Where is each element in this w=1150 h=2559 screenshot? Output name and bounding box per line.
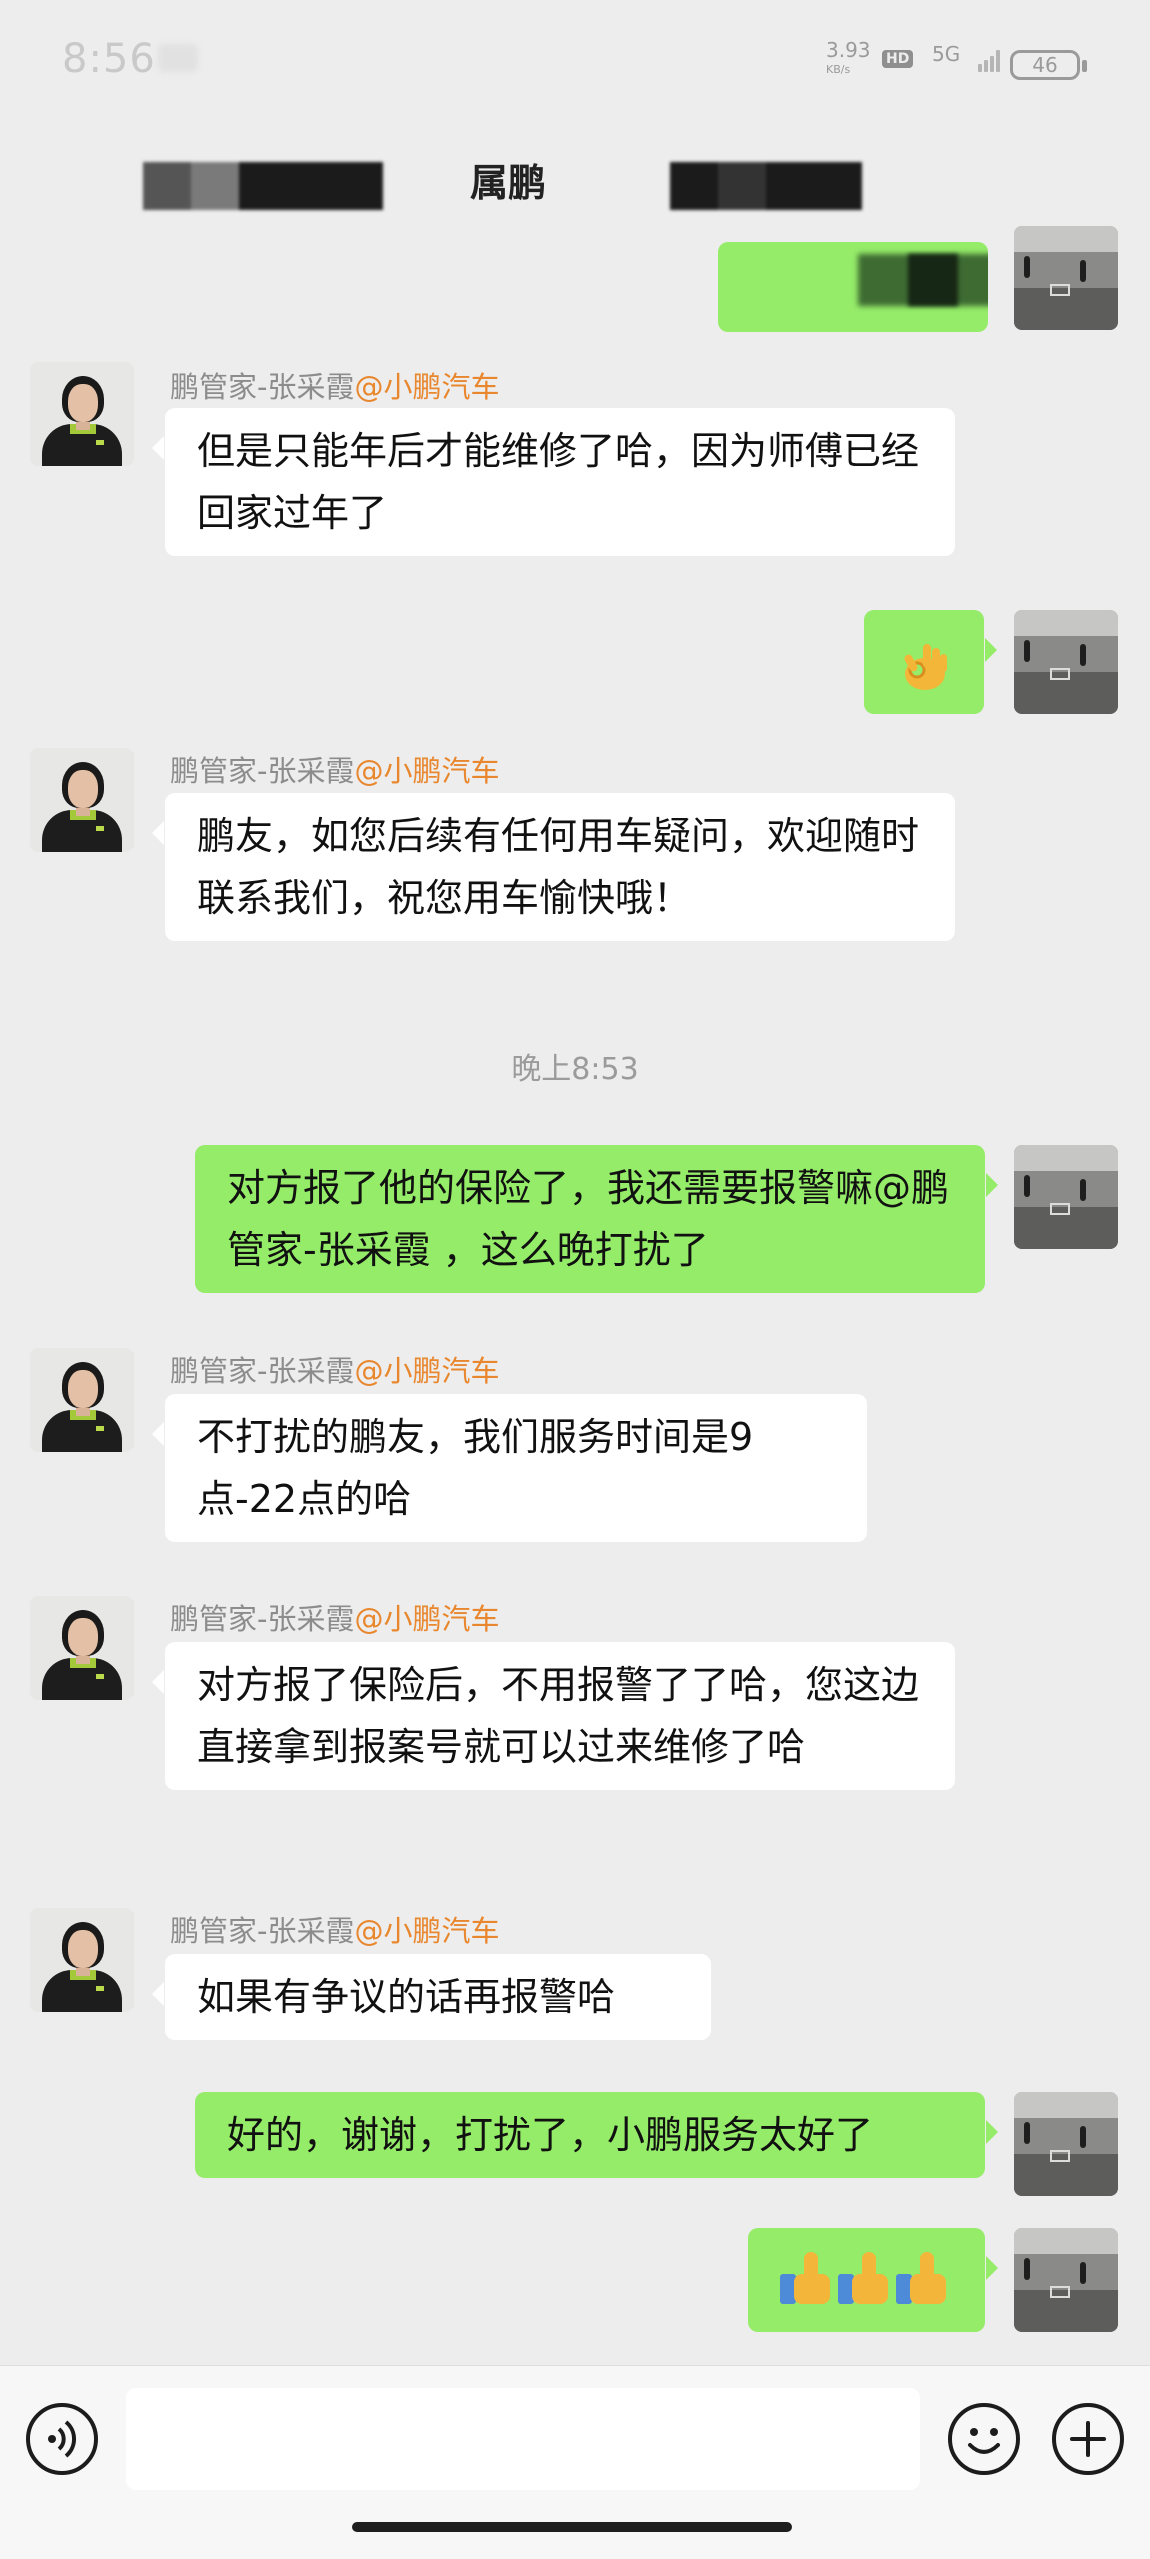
sender-name-text: 鹏管家-张采霞 xyxy=(170,1914,355,1948)
user-avatar[interactable] xyxy=(1014,2228,1118,2332)
message-bubble-incoming[interactable]: 对方报了保险后，不用报警了了哈，您这边直接拿到报案号就可以过来维修了哈 xyxy=(152,1642,955,1790)
message-bubble-outgoing[interactable]: 好的，谢谢，打扰了，小鹏服务太好了 xyxy=(195,2092,998,2178)
chat-title: 属鹏 xyxy=(470,161,547,205)
message-bubble-incoming[interactable]: 不打扰的鹏友，我们服务时间是9点-22点的哈 xyxy=(152,1394,867,1542)
sender-org: @小鹏汽车 xyxy=(354,754,500,788)
sender-org: @小鹏汽车 xyxy=(354,1914,500,1948)
sender-org: @小鹏汽车 xyxy=(354,370,500,404)
ok-hand-icon xyxy=(904,644,947,690)
message-bubble-incoming[interactable]: 鹏友，如您后续有任何用车疑问，欢迎随时联系我们，祝您用车愉快哦！ xyxy=(152,793,955,941)
sender-name: 鹏管家-张采霞@小鹏汽车 xyxy=(170,1908,499,1950)
message-bubble-outgoing[interactable]: 对方报了他的保险了，我还需要报警嘛@鹏管家-张采霞 ，这么晚打扰了 xyxy=(195,1145,998,1293)
sender-name-text: 鹏管家-张采霞 xyxy=(170,754,355,788)
user-avatar[interactable] xyxy=(1014,1145,1118,1249)
redacted-title-right xyxy=(670,162,862,210)
hd-badge: HD xyxy=(882,50,914,68)
redacted-title-left xyxy=(143,162,383,210)
message-bubble-incoming[interactable]: 但是只能年后才能维修了哈，因为师傅已经回家过年了 xyxy=(152,408,955,556)
battery-level: 46 xyxy=(1032,53,1058,77)
thumbs-up-icon xyxy=(896,2252,950,2306)
signal-icon xyxy=(978,50,1000,72)
plus-icon xyxy=(1070,2421,1106,2457)
sender-name: 鹏管家-张采霞@小鹏汽车 xyxy=(170,364,499,406)
user-avatar[interactable] xyxy=(1014,610,1118,714)
agent-avatar[interactable] xyxy=(30,1348,134,1452)
sender-name-text: 鹏管家-张采霞 xyxy=(170,1354,355,1388)
message-bubble-incoming[interactable]: 如果有争议的话再报警哈 xyxy=(152,1954,711,2040)
emoji-button[interactable] xyxy=(948,2403,1020,2475)
message-input[interactable] xyxy=(126,2388,920,2490)
voice-icon xyxy=(48,2420,77,2458)
network-speed-value: 3.93 xyxy=(826,38,871,62)
smiley-icon xyxy=(968,2428,1000,2454)
battery-icon: 46 xyxy=(1010,50,1087,80)
agent-avatar[interactable] xyxy=(30,362,134,466)
user-avatar[interactable] xyxy=(1014,226,1118,330)
plus-button[interactable] xyxy=(1052,2403,1124,2475)
network-speed-unit: KB/s xyxy=(826,63,851,76)
sender-name: 鹏管家-张采霞@小鹏汽车 xyxy=(170,1596,499,1638)
network-speed: 3.93 KB/s xyxy=(826,40,871,80)
home-indicator[interactable] xyxy=(352,2522,792,2532)
sender-name-text: 鹏管家-张采霞 xyxy=(170,370,355,404)
thumbs-up-icon xyxy=(780,2252,834,2306)
sender-name-text: 鹏管家-张采霞 xyxy=(170,1602,355,1636)
message-bubble-redacted[interactable] xyxy=(718,242,988,332)
user-avatar[interactable] xyxy=(1014,2092,1118,2196)
agent-avatar[interactable] xyxy=(30,748,134,852)
status-time: 8:56 xyxy=(62,36,156,82)
agent-avatar[interactable] xyxy=(30,1908,134,2012)
timestamp: 晚上8:53 xyxy=(511,1052,639,1087)
sender-name: 鹏管家-张采霞@小鹏汽车 xyxy=(170,748,499,790)
voice-button[interactable] xyxy=(26,2403,98,2475)
network-type: 5G xyxy=(932,42,961,66)
agent-avatar[interactable] xyxy=(30,1596,134,1700)
sender-org: @小鹏汽车 xyxy=(354,1602,500,1636)
sender-name: 鹏管家-张采霞@小鹏汽车 xyxy=(170,1348,499,1390)
sender-org: @小鹏汽车 xyxy=(354,1354,500,1388)
thumbs-up-icon xyxy=(838,2252,892,2306)
status-bar: 8:56 3.93 KB/s HD 5G 46 xyxy=(0,0,1150,120)
status-blur xyxy=(158,44,198,72)
